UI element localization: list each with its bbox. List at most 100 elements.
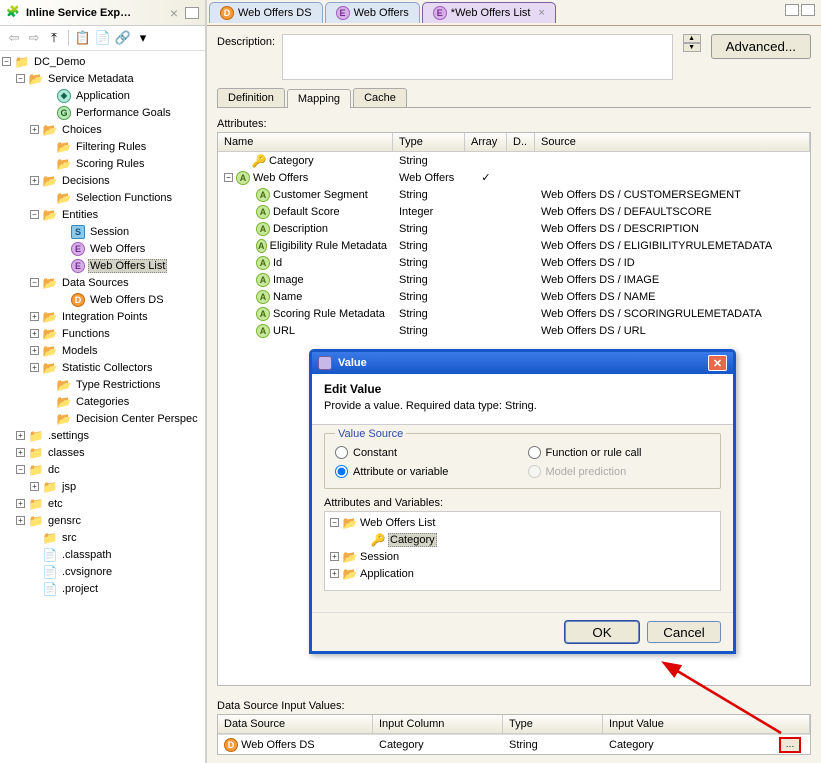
table-row[interactable]: AURLStringWeb Offers DS / URL [218, 322, 810, 339]
ds-th-type[interactable]: Type [503, 715, 603, 733]
description-spinner: ▲ ▼ [683, 34, 701, 52]
subtab-cache[interactable]: Cache [353, 88, 407, 107]
tree-filtering-rules[interactable]: 📂Filtering Rules [0, 138, 205, 155]
spinner-up-icon[interactable]: ▲ [683, 34, 701, 43]
subtab-mapping[interactable]: Mapping [287, 89, 351, 108]
tree-etc[interactable]: +📁etc [0, 495, 205, 512]
tree-data-sources[interactable]: −📂Data Sources [0, 274, 205, 291]
dialog-titlebar[interactable]: Value ✕ [312, 352, 733, 374]
tree-web-offers-ds[interactable]: DWeb Offers DS [0, 291, 205, 308]
link-icon[interactable]: 🔗 [115, 30, 131, 46]
radio-constant[interactable]: Constant [335, 446, 518, 459]
tree-classes[interactable]: +📁classes [0, 444, 205, 461]
tree-stat-collectors[interactable]: +📂Statistic Collectors [0, 359, 205, 376]
ds-input-row[interactable]: D Web Offers DS Category String Category… [218, 734, 810, 754]
value-source-fieldset: Value Source Constant Function or rule c… [324, 433, 721, 489]
tree-dc[interactable]: −📁dc [0, 461, 205, 478]
ds-th-col[interactable]: Input Column [373, 715, 503, 733]
table-row[interactable]: AImageStringWeb Offers DS / IMAGE [218, 271, 810, 288]
tree-classpath[interactable]: 📄.classpath [0, 546, 205, 563]
tree-application[interactable]: ◆Application [0, 87, 205, 104]
attribute-icon: A [236, 171, 250, 185]
table-row[interactable]: −AWeb OffersWeb Offers✓ [218, 169, 810, 186]
tab-web-offers[interactable]: EWeb Offers [325, 2, 420, 23]
tree-decision-center[interactable]: 📂Decision Center Perspec [0, 410, 205, 427]
sidebar-minimize-icon[interactable] [185, 7, 199, 19]
browse-value-button[interactable]: … [779, 737, 801, 753]
tree-categories[interactable]: 📂Categories [0, 393, 205, 410]
tree-service-metadata[interactable]: −📂Service Metadata [0, 70, 205, 87]
table-row[interactable]: AEligibility Rule MetadataStringWeb Offe… [218, 237, 810, 254]
radio-model-prediction: Model prediction [528, 465, 711, 478]
attribute-icon: A [256, 273, 270, 287]
editor-minimize-icon[interactable] [785, 4, 799, 16]
th-array[interactable]: Array [465, 133, 507, 151]
editor-maximize-icon[interactable] [801, 4, 815, 16]
tree-project[interactable]: 📄.project [0, 580, 205, 597]
radio-attribute[interactable]: Attribute or variable [335, 465, 518, 478]
radio-function[interactable]: Function or rule call [528, 446, 711, 459]
cancel-button[interactable]: Cancel [647, 621, 721, 643]
attr-variables-label: Attributes and Variables: [324, 497, 721, 509]
table-row[interactable]: AIdStringWeb Offers DS / ID [218, 254, 810, 271]
tree-entities[interactable]: −📂Entities [0, 206, 205, 223]
ds-input-label: Data Source Input Values: [217, 700, 811, 712]
th-type[interactable]: Type [393, 133, 465, 151]
sidebar-header: 🧩 Inline Service Exp… × [0, 0, 205, 26]
th-name[interactable]: Name [218, 133, 393, 151]
project-tree[interactable]: −📁DC_Demo −📂Service Metadata ◆Applicatio… [0, 51, 205, 763]
ds-th-ds[interactable]: Data Source [218, 715, 373, 733]
table-row[interactable]: ADefault ScoreIntegerWeb Offers DS / DEF… [218, 203, 810, 220]
tree-cvsignore[interactable]: 📄.cvsignore [0, 563, 205, 580]
tree-selection-functions[interactable]: 📂Selection Functions [0, 189, 205, 206]
av-web-offers-list[interactable]: −📂Web Offers List [328, 514, 717, 531]
menu-icon[interactable]: ▾ [135, 30, 151, 46]
ok-button[interactable]: OK [565, 621, 639, 643]
sidebar-close-icon[interactable]: × [167, 5, 181, 21]
av-application[interactable]: +📂Application [328, 565, 717, 582]
ds-th-val[interactable]: Input Value [603, 715, 810, 733]
tree-performance-goals[interactable]: GPerformance Goals [0, 104, 205, 121]
row-toggle[interactable]: − [224, 173, 233, 182]
tree-web-offers[interactable]: EWeb Offers [0, 240, 205, 257]
av-category[interactable]: 🔑Category [328, 531, 717, 548]
advanced-button[interactable]: Advanced... [711, 34, 811, 59]
subtab-definition[interactable]: Definition [217, 88, 285, 107]
table-row[interactable]: ANameStringWeb Offers DS / NAME [218, 288, 810, 305]
tab-web-offers-ds[interactable]: DWeb Offers DS [209, 2, 323, 23]
tree-jsp[interactable]: +📁jsp [0, 478, 205, 495]
av-session[interactable]: +📂Session [328, 548, 717, 565]
subtabs: Definition Mapping Cache [217, 88, 811, 108]
ds-header: Data Source Input Column Type Input Valu… [218, 715, 810, 734]
up-icon[interactable]: ⤒ [46, 30, 62, 46]
tree-models[interactable]: +📂Models [0, 342, 205, 359]
th-source[interactable]: Source [535, 133, 810, 151]
tree-choices[interactable]: +📂Choices [0, 121, 205, 138]
table-row[interactable]: ACustomer SegmentStringWeb Offers DS / C… [218, 186, 810, 203]
tree-settings[interactable]: +📁.settings [0, 427, 205, 444]
attribute-icon: A [256, 290, 270, 304]
tree-gensrc[interactable]: +📁gensrc [0, 512, 205, 529]
tree-src[interactable]: 📁src [0, 529, 205, 546]
table-row[interactable]: 🔑CategoryString [218, 152, 810, 169]
tree-integration-points[interactable]: +📂Integration Points [0, 308, 205, 325]
tree-dc-demo[interactable]: −📁DC_Demo [0, 53, 205, 70]
tab-close-icon[interactable]: × [538, 7, 544, 19]
tree-session[interactable]: SSession [0, 223, 205, 240]
attr-variables-tree[interactable]: −📂Web Offers List 🔑Category +📂Session +📂… [324, 511, 721, 591]
tab-web-offers-list[interactable]: E*Web Offers List× [422, 2, 556, 23]
copy-icon[interactable]: 📋 [75, 30, 91, 46]
tree-web-offers-list[interactable]: EWeb Offers List [0, 257, 205, 274]
ds-input-table[interactable]: Data Source Input Column Type Input Valu… [217, 714, 811, 755]
tree-decisions[interactable]: +📂Decisions [0, 172, 205, 189]
description-input[interactable] [282, 34, 673, 80]
tree-functions[interactable]: +📂Functions [0, 325, 205, 342]
th-d[interactable]: D.. [507, 133, 535, 151]
tree-scoring-rules[interactable]: 📂Scoring Rules [0, 155, 205, 172]
spinner-down-icon[interactable]: ▼ [683, 43, 701, 52]
table-row[interactable]: AScoring Rule MetadataStringWeb Offers D… [218, 305, 810, 322]
paste-icon[interactable]: 📄 [95, 30, 111, 46]
table-row[interactable]: ADescriptionStringWeb Offers DS / DESCRI… [218, 220, 810, 237]
tree-type-restrictions[interactable]: 📂Type Restrictions [0, 376, 205, 393]
dialog-close-icon[interactable]: ✕ [708, 355, 727, 371]
